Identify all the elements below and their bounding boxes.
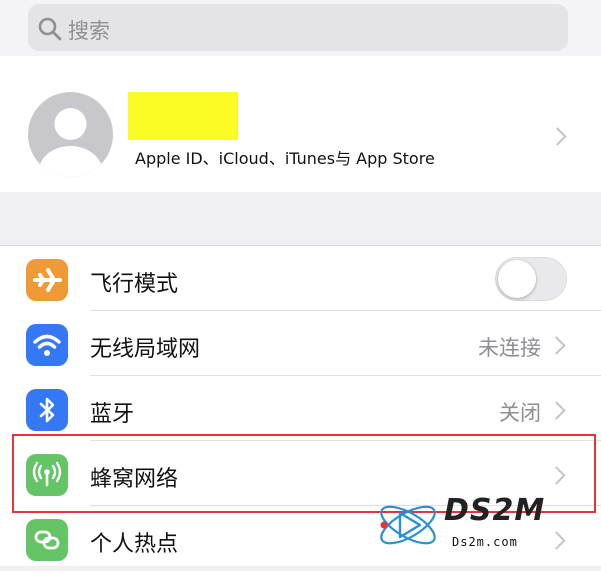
watermark: DS2M Ds2m.com [372,491,597,557]
settings-row-bluetooth[interactable]: 蓝牙 关闭 [0,376,601,441]
redacted-name-block [128,92,238,140]
person-icon [38,108,103,177]
hotspot-icon [26,519,68,561]
settings-row-wifi[interactable]: 无线局域网 未连接 [0,311,601,376]
settings-row-airplane-mode[interactable]: 飞行模式 [0,246,601,311]
watermark-text: DS2M [444,493,546,528]
chevron-right-icon [547,336,566,355]
wifi-icon [26,324,68,366]
settings-row-label: 蓝牙 [90,402,135,427]
bluetooth-icon [26,389,68,431]
apple-id-row[interactable]: Apple ID、iCloud、iTunes与 App Store [0,56,601,192]
watermark-logo-icon [380,505,436,545]
avatar [28,92,113,177]
settings-row-label: 无线局域网 [90,337,201,362]
search-bar[interactable]: 搜索 [28,4,568,51]
airplane-mode-toggle[interactable] [495,257,567,301]
apple-id-subtitle: Apple ID、iCloud、iTunes与 App Store [135,149,435,168]
watermark-subtext: Ds2m.com [452,535,518,549]
settings-row-label: 飞行模式 [90,272,179,297]
bluetooth-status-value: 关闭 [499,401,541,425]
chevron-right-icon [548,127,567,146]
wifi-status-value: 未连接 [478,336,541,360]
search-area: 搜索 [0,0,601,56]
airplane-icon [26,259,68,301]
settings-row-label: 个人热点 [90,532,179,557]
search-placeholder: 搜索 [68,19,110,43]
chevron-right-icon [547,401,566,420]
search-icon [38,17,62,41]
